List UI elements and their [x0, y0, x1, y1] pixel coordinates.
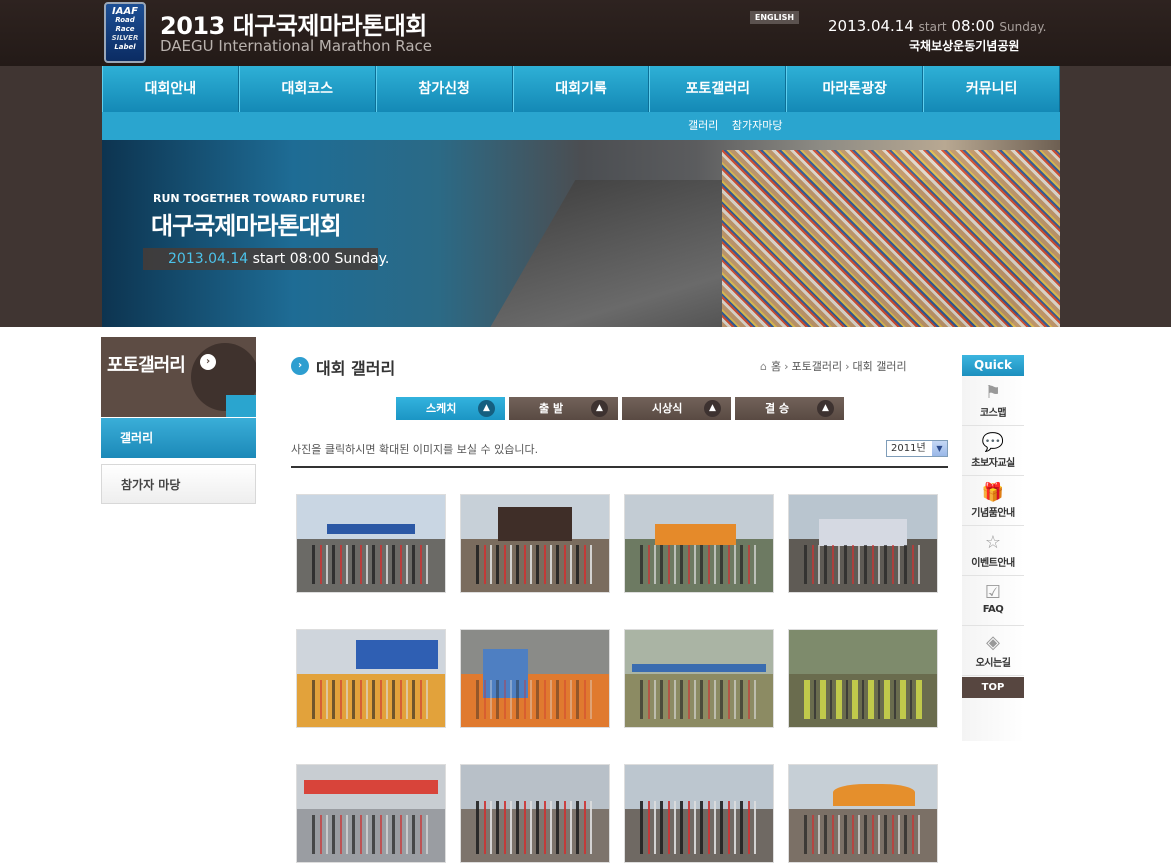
- content-divider: [291, 466, 948, 468]
- compass-icon: ◈: [986, 632, 1000, 653]
- nav-item-event-info[interactable]: 대회안내: [102, 66, 239, 112]
- chevron-up-icon: ▲: [478, 400, 495, 417]
- gallery-photo[interactable]: [624, 764, 774, 863]
- tab-sketch-label: 스케치: [426, 402, 457, 415]
- title-arrow-icon: ›: [291, 357, 309, 375]
- quick-item-beginner-class[interactable]: 💬 초보자교실: [962, 426, 1024, 476]
- quick-item-label: FAQ: [982, 604, 1004, 615]
- breadcrumb: ⌂ 홈 › 포토갤러리 › 대회 갤러리: [760, 360, 907, 373]
- category-tabs: 스케치 ▲ 출 발 ▲ 시상식 ▲ 결 승 ▲: [396, 397, 844, 420]
- chevron-up-icon: ▲: [591, 400, 608, 417]
- year-select-value: 2011년: [891, 443, 926, 454]
- nav-item-registration[interactable]: 참가신청: [375, 66, 513, 112]
- sidebar-header: 포토갤러리 ›: [101, 337, 256, 417]
- hero-banner: RUN TOGETHER TOWARD FUTURE! 대구국제마라톤대회 20…: [102, 140, 1060, 327]
- sidebar-item-participants[interactable]: 참가자 마당: [101, 464, 256, 504]
- photo-gallery-grid: [296, 494, 938, 863]
- main-nav: 대회안내 대회코스 참가신청 대회기록 포토갤러리 마라톤광장 커뮤니티: [102, 66, 1061, 112]
- chevron-up-icon: ▲: [704, 400, 721, 417]
- iaaf-silver-label-logo[interactable]: IAAF Road Race SILVER Label: [104, 2, 146, 63]
- header-start-time: 08:00: [951, 17, 995, 35]
- gallery-instruction: 사진을 클릭하시면 확대된 이미지를 보실 수 있습니다.: [291, 443, 539, 456]
- gallery-photo[interactable]: [460, 764, 610, 863]
- flag-icon: ⚑: [984, 382, 1002, 403]
- gallery-photo[interactable]: [624, 494, 774, 593]
- scroll-top-button[interactable]: TOP: [962, 677, 1024, 698]
- logo-iaaf-text: IAAF: [111, 6, 139, 17]
- gallery-photo[interactable]: [460, 629, 610, 728]
- quick-item-label: 초보자교실: [971, 458, 1015, 469]
- quick-item-label: 코스맵: [979, 408, 1007, 419]
- site-subtitle: DAEGU International Marathon Race: [160, 37, 432, 55]
- subnav-item-participants[interactable]: 참가자마당: [732, 119, 783, 132]
- year-select[interactable]: 2011년 ▼: [886, 440, 948, 457]
- checkbox-icon: ☑: [984, 582, 1002, 603]
- chevron-right-icon: ›: [200, 354, 216, 370]
- tab-awards[interactable]: 시상식 ▲: [622, 397, 731, 420]
- chevron-up-icon: ▲: [817, 400, 834, 417]
- site-title[interactable]: 2013 대구국제마라톤대회: [160, 6, 427, 41]
- banner-date-value: 2013.04.14: [168, 251, 249, 267]
- sidebar-item-gallery[interactable]: 갤러리: [101, 418, 256, 458]
- quick-item-faq[interactable]: ☑ FAQ: [962, 576, 1024, 626]
- logo-road-race-text: Road Race: [115, 16, 135, 33]
- breadcrumb-photo-gallery[interactable]: 포토갤러리: [792, 360, 843, 373]
- page-title: 대회 갤러리: [316, 359, 396, 378]
- banner-date: 2013.04.14 start 08:00 Sunday.: [143, 248, 389, 270]
- gallery-photo[interactable]: [296, 494, 446, 593]
- nav-item-community[interactable]: 커뮤니티: [923, 66, 1061, 112]
- quick-menu-title: Quick: [962, 355, 1024, 376]
- tab-start-label: 출 발: [539, 402, 564, 415]
- chat-icon: 💬: [981, 432, 1005, 453]
- nav-item-records[interactable]: 대회기록: [512, 66, 650, 112]
- chevron-down-icon[interactable]: ▼: [932, 441, 947, 456]
- sidebar-header-accent: [226, 395, 256, 417]
- site-header: IAAF Road Race SILVER Label 2013 대구국제마라톤…: [0, 0, 1171, 66]
- tab-sketch[interactable]: 스케치 ▲: [396, 397, 505, 420]
- breadcrumb-current: 대회 갤러리: [852, 360, 907, 373]
- gallery-photo[interactable]: [624, 629, 774, 728]
- quick-item-label: 기념품안내: [971, 508, 1015, 519]
- star-icon: ☆: [984, 532, 1002, 553]
- banner-runners-image: [722, 150, 1060, 327]
- gallery-photo[interactable]: [788, 494, 938, 593]
- banner-tagline: RUN TOGETHER TOWARD FUTURE!: [153, 192, 366, 205]
- quick-item-label: 이벤트안내: [971, 558, 1015, 569]
- logo-label-text: Label: [114, 43, 136, 51]
- header-day: Sunday.: [999, 20, 1047, 34]
- header-event-date: 2013.04.14 start 08:00 Sunday.: [828, 17, 1046, 35]
- quick-item-souvenir[interactable]: 🎁 기념품안내: [962, 476, 1024, 526]
- quick-item-directions[interactable]: ◈ 오시는길: [962, 626, 1024, 676]
- tab-finish-label: 결 승: [765, 402, 790, 415]
- english-button[interactable]: ENGLISH: [750, 11, 799, 24]
- nav-item-photo-gallery[interactable]: 포토갤러리: [649, 66, 787, 112]
- nav-item-marathon-plaza[interactable]: 마라톤광장: [786, 66, 924, 112]
- gift-icon: 🎁: [981, 482, 1005, 503]
- sidebar-title: 포토갤러리: [107, 355, 186, 376]
- gallery-photo[interactable]: [296, 629, 446, 728]
- gallery-photo[interactable]: [788, 629, 938, 728]
- gallery-photo[interactable]: [788, 764, 938, 863]
- banner-start-time: 08:00: [289, 251, 331, 267]
- quick-item-label: 오시는길: [975, 658, 1011, 669]
- quick-item-course-map[interactable]: ⚑ 코스맵: [962, 376, 1024, 426]
- header-start-label: start: [918, 20, 947, 34]
- breadcrumb-home[interactable]: 홈: [771, 360, 781, 373]
- sub-nav: 갤러리 참가자마당: [102, 112, 1060, 140]
- banner-start-label: start: [252, 251, 286, 267]
- gallery-photo[interactable]: [296, 764, 446, 863]
- subnav-item-gallery[interactable]: 갤러리: [688, 119, 718, 132]
- home-icon[interactable]: ⌂: [760, 360, 767, 373]
- banner-title: 대구국제마라톤대회: [151, 212, 342, 240]
- gallery-photo[interactable]: [460, 494, 610, 593]
- tab-finish[interactable]: 결 승 ▲: [735, 397, 844, 420]
- header-date-value: 2013.04.14: [828, 17, 914, 35]
- quick-item-events[interactable]: ☆ 이벤트안내: [962, 526, 1024, 576]
- logo-silver-text: SILVER: [111, 34, 139, 42]
- header-venue: 국채보상운동기념공원: [909, 39, 1020, 53]
- tab-awards-label: 시상식: [652, 402, 683, 415]
- tab-start[interactable]: 출 발 ▲: [509, 397, 618, 420]
- banner-day: Sunday.: [334, 251, 390, 267]
- nav-item-course[interactable]: 대회코스: [238, 66, 376, 112]
